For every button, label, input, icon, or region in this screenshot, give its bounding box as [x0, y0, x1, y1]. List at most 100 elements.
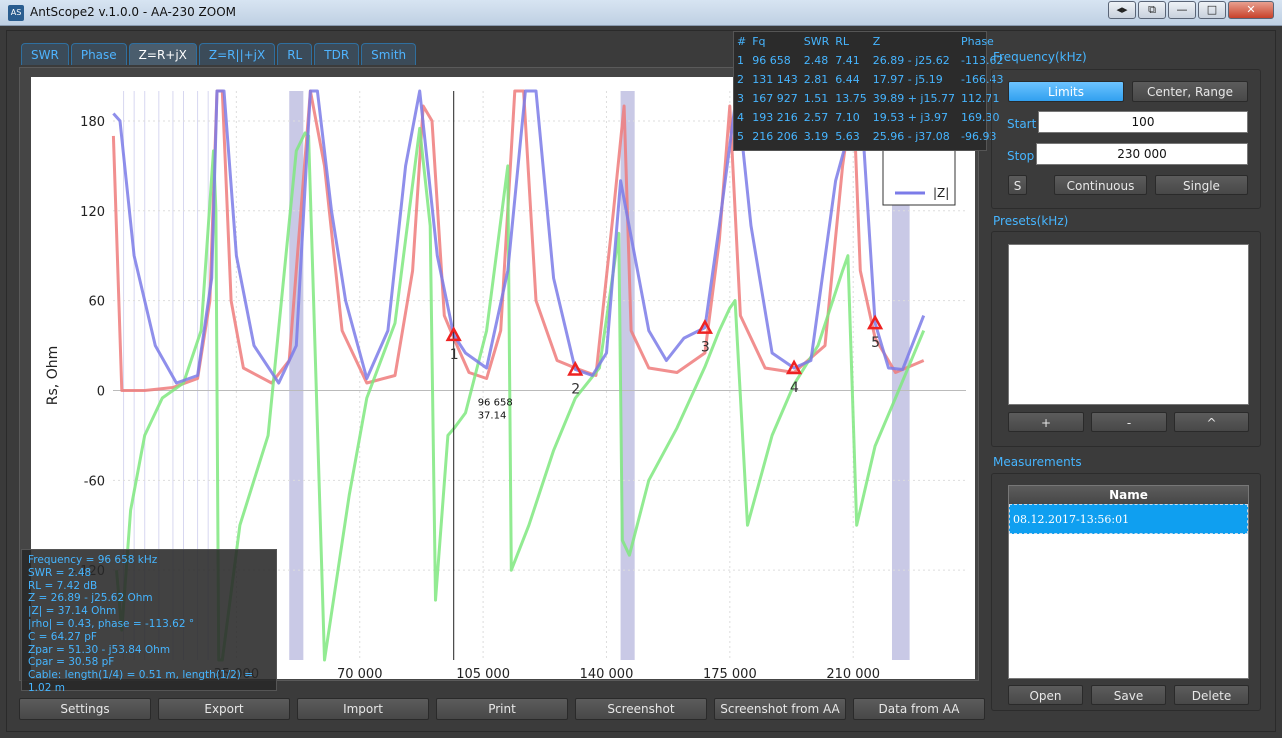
cell: 5.63	[835, 130, 860, 143]
x-tick-label: 105 000	[456, 667, 510, 679]
start-label: Start	[1007, 117, 1037, 131]
tab-rl[interactable]: RL	[277, 43, 313, 65]
minimize-button[interactable]: —	[1168, 1, 1196, 19]
tab-tdr[interactable]: TDR	[314, 43, 360, 65]
cell: 7.41	[835, 54, 860, 67]
y-axis-label: Rs, Ohm	[45, 346, 61, 405]
cell: 1.51	[803, 92, 829, 105]
cell: 2.81	[803, 73, 829, 86]
app-icon: AS	[8, 5, 24, 21]
cell: 6.44	[835, 73, 860, 86]
cell: 167 927	[752, 92, 798, 105]
info-line: C = 64.27 pF	[28, 630, 97, 643]
apply-preset-button[interactable]: ^	[1174, 412, 1249, 432]
data-from-aa-button[interactable]: Data from AA	[853, 698, 985, 720]
y-tick-label: -60	[84, 474, 105, 489]
x-tick-label: 140 000	[580, 667, 634, 679]
marker-col-swr: SWR	[803, 35, 830, 48]
delete-button[interactable]: Delete	[1174, 685, 1249, 705]
screenshot-button[interactable]: Screenshot	[575, 698, 707, 720]
info-line: RL = 7.42 dB	[28, 579, 98, 592]
cell: 17.97 - j5.19	[872, 73, 943, 86]
marker-table: # Fq SWR RL Z Phase 1 96 658 2.48 7.41 26.89…	[733, 31, 1003, 151]
nav-arrows-button[interactable]: ◂▸	[1108, 1, 1136, 19]
marker-label: 2	[571, 382, 580, 398]
bottom-toolbar: Settings Export Import Print Screenshot …	[19, 698, 985, 720]
marker-col-freq: Fq	[752, 35, 766, 48]
table-row[interactable]: 2 131 143 2.81 6.44 17.97 - j5.19 -166.43	[734, 70, 1006, 89]
maximize-button[interactable]: □	[1198, 1, 1226, 19]
cell: 3	[737, 92, 744, 105]
tab-swr[interactable]: SWR	[21, 43, 69, 65]
x-tick-label: 175 000	[703, 667, 757, 679]
legend-label: |Z|	[933, 186, 949, 200]
add-preset-button[interactable]: +	[1008, 412, 1084, 432]
measurements-list[interactable]: Name 08.12.2017-13:56:01	[1008, 485, 1249, 679]
frequency-title: Frequency(kHz)	[993, 50, 1087, 64]
chart-tabs: SWR Phase Z=R+jX Z=R||+jX RL TDR Smith	[21, 43, 417, 67]
marker-col-num: #	[737, 35, 747, 48]
continuous-button[interactable]: Continuous	[1054, 175, 1147, 195]
y-tick-label: 180	[80, 115, 105, 130]
settings-button[interactable]: Settings	[19, 698, 151, 720]
remove-preset-button[interactable]: -	[1091, 412, 1167, 432]
presets-list[interactable]	[1008, 244, 1249, 405]
cell: 131 143	[752, 73, 798, 86]
marker-label: 1	[450, 347, 459, 363]
cell: 39.89 + j15.77	[872, 92, 955, 105]
tab-smith[interactable]: Smith	[361, 43, 417, 65]
cell: 26.89 - j25.62	[872, 54, 950, 67]
info-line: Frequency = 96 658 kHz	[28, 554, 158, 566]
table-row[interactable]: 3 167 927 1.51 13.75 39.89 + j15.77 112.71	[734, 89, 1006, 108]
cell: 1	[737, 54, 744, 67]
table-row[interactable]: 5 216 206 3.19 5.63 25.96 - j37.08 -96.93	[734, 127, 1006, 146]
cell: 5	[737, 130, 744, 143]
measurements-title: Measurements	[993, 455, 1082, 469]
cursor-value-label: 37.14	[478, 410, 507, 421]
cursor-freq-label: 96 658	[478, 397, 513, 408]
info-line: Zpar = 51.30 - j53.84 Ohm	[28, 643, 171, 656]
info-line: Cable: length(1/4) = 0.51 m, length(1/2)…	[28, 669, 254, 694]
stop-input[interactable]: 230 000	[1036, 143, 1248, 165]
y-tick-label: 120	[80, 205, 105, 220]
list-item[interactable]: 08.12.2017-13:56:01	[1009, 504, 1248, 534]
stop-label: Stop	[1007, 149, 1035, 163]
cell: 2	[737, 73, 744, 86]
marker-col-phase: Phase	[960, 35, 994, 48]
marker-label: 4	[790, 380, 799, 396]
marker-col-z: Z	[872, 35, 881, 48]
info-line: |Z| = 37.14 Ohm	[28, 605, 117, 618]
restore-window-button[interactable]: ⧉	[1138, 1, 1166, 19]
cell: 19.53 + j3.97	[872, 111, 948, 124]
info-line: SWR = 2.48	[28, 566, 92, 579]
single-button[interactable]: Single	[1155, 175, 1248, 195]
close-button[interactable]: ✕	[1228, 1, 1274, 19]
band-rect	[289, 91, 304, 660]
tab-z-r-par-jx[interactable]: Z=R||+jX	[198, 43, 276, 65]
table-row[interactable]: 1 96 658 2.48 7.41 26.89 - j25.62 -113.62	[734, 51, 1006, 70]
print-button[interactable]: Print	[436, 698, 568, 720]
start-input[interactable]: 100	[1038, 111, 1248, 133]
presets-title: Presets(kHz)	[993, 214, 1069, 228]
info-line: Z = 26.89 - j25.62 Ohm	[28, 592, 153, 605]
cell: 7.10	[835, 111, 860, 124]
cell: 13.75	[835, 92, 867, 105]
marker-label: 3	[701, 340, 710, 356]
export-button[interactable]: Export	[158, 698, 290, 720]
limits-button[interactable]: Limits	[1008, 81, 1124, 102]
save-button[interactable]: Save	[1091, 685, 1166, 705]
table-row[interactable]: 4 193 216 2.57 7.10 19.53 + j3.97 169.30	[734, 108, 1006, 127]
center-range-button[interactable]: Center, Range	[1132, 81, 1248, 102]
cell: 4	[737, 111, 744, 124]
tab-z-r-jx[interactable]: Z=R+jX	[128, 43, 197, 65]
open-button[interactable]: Open	[1008, 685, 1083, 705]
cell: 96 658	[752, 54, 791, 67]
info-line: Cpar = 30.58 pF	[28, 656, 115, 669]
import-button[interactable]: Import	[297, 698, 429, 720]
cell: 2.57	[803, 111, 829, 124]
cell: 25.96 - j37.08	[872, 130, 950, 143]
s-button[interactable]: S	[1008, 175, 1027, 195]
screenshot-from-aa-button[interactable]: Screenshot from AA	[714, 698, 846, 720]
marker-col-rl: RL	[835, 35, 850, 48]
tab-phase[interactable]: Phase	[70, 43, 127, 65]
